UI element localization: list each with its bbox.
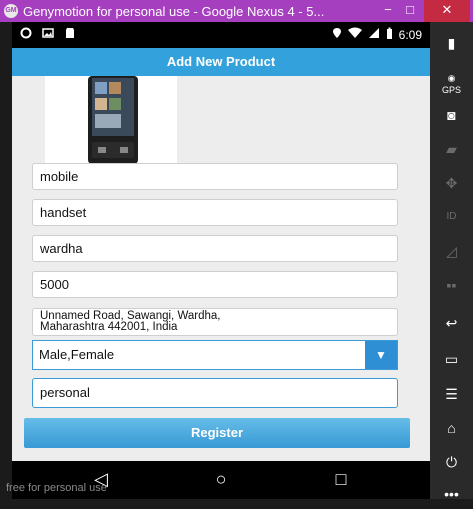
register-button[interactable]: Register bbox=[24, 418, 410, 448]
battery-icon bbox=[386, 27, 393, 42]
recents-nav-icon[interactable]: □ bbox=[326, 467, 356, 491]
genymotion-icon: GM bbox=[4, 4, 18, 18]
gender-spinner[interactable]: Male,Female ▼ bbox=[32, 340, 398, 370]
dpad-icon[interactable]: ✥ bbox=[430, 168, 473, 198]
home-icon[interactable]: ⌂ bbox=[430, 413, 473, 443]
battery-icon[interactable]: ▮ bbox=[430, 28, 473, 58]
wifi-icon bbox=[347, 27, 362, 42]
window-title: Genymotion for personal use - Google Nex… bbox=[23, 3, 325, 19]
home-nav-icon[interactable]: ○ bbox=[206, 467, 236, 491]
address-input[interactable]: Unnamed Road, Sawangi, Wardha, Maharasht… bbox=[32, 308, 398, 336]
type-input[interactable]: personal bbox=[32, 378, 398, 408]
maximize-button[interactable]: □ bbox=[400, 0, 420, 22]
watermark: free for personal use bbox=[6, 482, 107, 494]
clock-time: 6:09 bbox=[398, 27, 422, 42]
chevron-down-icon[interactable]: ▼ bbox=[365, 341, 397, 369]
close-button[interactable]: ✕ bbox=[424, 0, 470, 22]
minimize-button[interactable]: − bbox=[378, 0, 398, 22]
emulator-toolbar: ▮ ◉ GPS ◙ ▰ ✥ ID ◿ ▪▪ ↩ ▭ ☰ ⌂ ⏻ ••• bbox=[430, 22, 473, 502]
page-title: Add New Product bbox=[12, 48, 430, 76]
sms-icon[interactable]: ▪▪ bbox=[430, 270, 473, 300]
emulator-window: GM Genymotion for personal use - Google … bbox=[0, 0, 473, 502]
category-input[interactable]: handset bbox=[32, 199, 398, 226]
power-icon[interactable]: ⏻ bbox=[430, 447, 473, 477]
sd-card-icon bbox=[64, 27, 76, 42]
gender-selected-value: Male,Female bbox=[39, 347, 115, 362]
window-titlebar: GM Genymotion for personal use - Google … bbox=[0, 0, 473, 22]
recent-apps-icon[interactable]: ▭ bbox=[430, 344, 473, 374]
menu-icon[interactable]: ☰ bbox=[430, 379, 473, 409]
back-icon[interactable]: ↩ bbox=[430, 308, 473, 338]
webcam-icon[interactable]: ◙ bbox=[430, 100, 473, 130]
phone-product-image[interactable] bbox=[45, 76, 177, 168]
signal-icon bbox=[368, 27, 380, 42]
status-bar: 6:09 bbox=[12, 22, 430, 48]
city-input[interactable]: wardha bbox=[32, 235, 398, 262]
id-icon[interactable]: ID bbox=[430, 202, 473, 232]
product-name-input[interactable]: mobile bbox=[32, 163, 398, 190]
gps-icon[interactable]: ◉ GPS bbox=[430, 66, 473, 96]
image-icon bbox=[42, 27, 54, 42]
location-icon bbox=[332, 27, 342, 42]
settings-icon bbox=[20, 27, 32, 42]
cast-icon[interactable]: ◿ bbox=[430, 236, 473, 266]
price-input[interactable]: 5000 bbox=[32, 271, 398, 298]
more-icon[interactable]: ••• bbox=[430, 479, 473, 509]
device-screen: 6:09 Add New Product mobile handset ward… bbox=[12, 22, 430, 499]
address-line-2: Maharashtra 442001, India bbox=[40, 321, 178, 333]
clapperboard-icon[interactable]: ▰ bbox=[430, 134, 473, 164]
